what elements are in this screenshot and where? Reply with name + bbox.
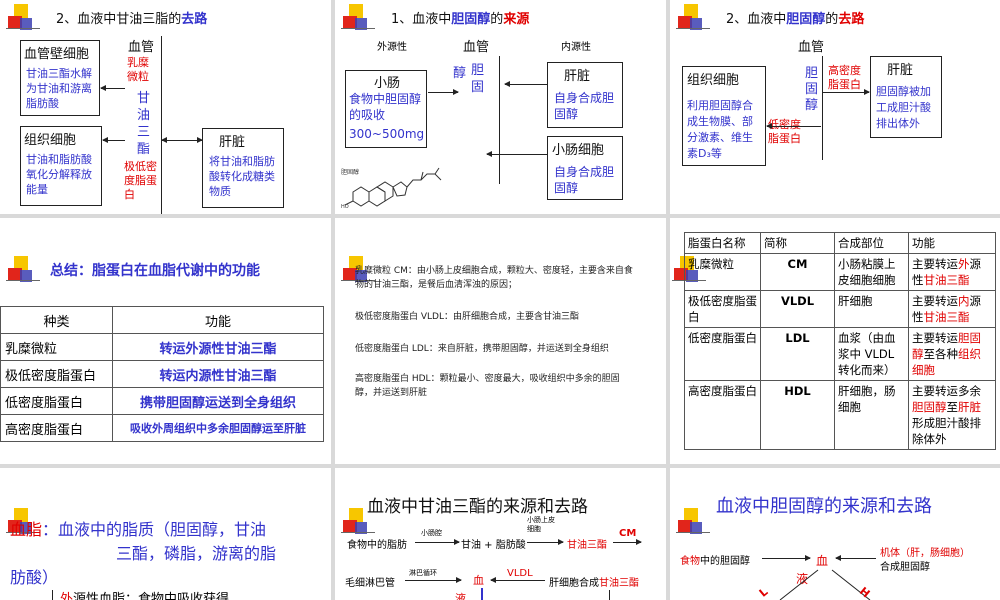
chol-frag-b: 胆固 [471, 63, 485, 95]
liquid-label: 液 [455, 592, 466, 600]
bullet-logo-icon [341, 4, 375, 34]
slide-title: 总结：脂蛋白在血脂代谢中的功能 [50, 263, 260, 279]
tg-label: 甘油三酯 [567, 540, 607, 551]
bracket-line [52, 590, 53, 600]
table-row: 乳糜微粒 转运外源性甘油三酯 [0, 333, 324, 361]
table-row: 低密度脂蛋白 LDL 血浆（由血浆中 VLDL 转化而来） 主要转运胆固醇至各种… [684, 327, 996, 381]
arrow-digest [415, 539, 460, 545]
slide-notes: 乳糜微粒 CM：由小肠上皮细胞合成，颗粒大、密度轻，主要含来自食物的甘油三酯，是… [335, 218, 666, 464]
lumen-label: 小肠腔 [421, 529, 442, 537]
cm-label: CM [619, 528, 637, 539]
table-row: 极低密度脂蛋白 VLDL 肝细胞 主要转运内源性甘油三酯 [684, 290, 996, 328]
slide-blood-lipid: 血脂：血液中的脂质（胆固醇，甘油 三酯，磷脂，游离的脂 肪酸） 外源性血脂：食物… [0, 468, 331, 600]
note-cm: 乳糜微粒 CM：由小肠上皮细胞合成，颗粒大、密度轻，主要含来自食物的甘油三酯，是… [355, 266, 633, 290]
slide-tg-flow: 血液中甘油三酯的来源和去路 食物中的脂肪 小肠腔 甘油 + 脂肪酸 小肠上皮细胞… [335, 468, 666, 600]
lipoprotein-table: 脂蛋白名称 简称 合成部位 功能 乳糜微粒 CM 小肠粘膜上皮细胞细胞 主要转运… [684, 232, 996, 450]
vessel-label: 血管 [128, 40, 155, 55]
table-header-row: 脂蛋白名称 简称 合成部位 功能 [684, 232, 996, 254]
blood-label: 血 [473, 574, 484, 587]
table-row: 高密度脂蛋白 HDL 肝细胞，肠细胞 主要转运多余胆固醇至肝脏形成胆汁酸排除体外 [684, 380, 996, 450]
cholesterol-molecule-icon: HO 胆固醇 [341, 167, 442, 208]
slide-tg-fate: 2、血液中甘油三脂的去路 血管 乳糜微粒 甘油三酯 极低密度脂蛋白 血管壁细胞 … [0, 0, 331, 214]
vessel-line [822, 56, 823, 160]
down-line [609, 590, 610, 600]
vessel-line [499, 56, 500, 184]
vessel-wall-cell-box: 血管壁细胞 甘油三酯水解为甘油和游离脂肪酸 [20, 40, 100, 116]
epithelial-label: 小肠上皮细胞 [527, 516, 555, 533]
arrow-to-liver [162, 137, 203, 143]
table-header-row: 种类 功能 [0, 306, 324, 334]
hdl-label: 高密度脂蛋白 [828, 64, 861, 91]
slide-chol-fate: 2、血液中胆固醇的去路 血管 胆固醇 高密度脂蛋白 低密度脂蛋白 组织细胞 利用… [670, 0, 1000, 214]
slide-title: 血液中胆固醇的来源和去路 [716, 496, 932, 517]
arrow-vldl [490, 577, 545, 583]
vessel-label: 血管 [463, 40, 490, 55]
lymph-circulation-label: 淋巴循环 [409, 569, 437, 577]
liver-box: 肝脏 将甘油和脂肪酸转化成糖类物质 [202, 128, 284, 208]
arrow-from-cell [486, 151, 547, 157]
products-label: 甘油 + 脂肪酸 [461, 540, 526, 551]
note-vldl: 极低密度脂蛋白 VLDL：由肝细胞合成，主要含甘油三酯 [355, 312, 579, 322]
slide-chol-flow: 血液中胆固醇的来源和去路 食物中的胆固醇 血 液 机体（肝，肠细胞） 合成胆固醇… [670, 468, 1000, 600]
bullet-logo-icon [6, 4, 40, 34]
bullet-logo-icon [676, 4, 710, 34]
slide-title: 1、血液中胆固醇的来源 [391, 12, 530, 27]
arrow-resynth [527, 539, 564, 545]
table-row: 极低密度脂蛋白 转运内源性甘油三酯 [0, 360, 324, 388]
liver-synth-label: 肝细胞合成甘油三酯 [549, 578, 639, 589]
tissue-cell-box: 组织细胞 甘油和脂肪酸氧化分解释放能量 [20, 126, 102, 206]
bullet-logo-icon [6, 256, 40, 286]
blood-line [481, 588, 483, 600]
blood-lipid-line2: 三酯，磷脂，游离的脂 [116, 544, 277, 563]
cm-label: 乳糜微粒 [127, 56, 149, 83]
arrow-from-liver [504, 81, 547, 87]
vessel-label: 血管 [798, 40, 825, 55]
liver-box: 肝脏 自身合成胆固醇 [547, 62, 623, 128]
slide-chol-source: 1、血液中胆固醇的来源 外源性 血管 内源性 醇 胆固 小肠 食物中胆固醇的吸收… [335, 0, 666, 214]
arrow-food [762, 555, 811, 561]
intestinal-cell-box: 小肠细胞 自身合成胆固醇 [547, 136, 623, 200]
liver-box: 肝脏 胆固醇被加工成胆汁酸排出体外 [870, 56, 942, 138]
slide-title: 2、血液中甘油三脂的去路 [56, 12, 208, 27]
svg-text:HO: HO [341, 204, 349, 208]
note-hdl: 高密度脂蛋白 HDL：颗粒最小、密度最大，吸收组织中多余的胆固醇，并运送到肝脏 [355, 374, 620, 398]
small-intestine-box: 小肠 食物中胆固醇的吸收 300~500mg [345, 70, 427, 148]
arrow-lymph [405, 577, 462, 583]
vldl-label: 极低密度脂蛋白 [124, 160, 157, 201]
arrow-from-intestine [428, 89, 459, 95]
tg-vertical-label: 甘油三酯 [137, 91, 151, 157]
blood-lipid-line1: 血脂：血液中的脂质（胆固醇，甘油 [10, 520, 267, 539]
slide-title: 血液中甘油三酯的来源和去路 [367, 497, 588, 517]
arrow-cm [613, 539, 642, 545]
exo-label: 外源性 [377, 42, 407, 53]
note-ldl: 低密度脂蛋白 LDL：来自肝脏，携带胆固醇，并运送到全身组织 [355, 344, 609, 354]
chol-frag-a: 醇 [453, 66, 467, 81]
lymph-capillary-label: 毛细淋巴管 [345, 578, 395, 589]
arrow-to-liver [823, 89, 870, 95]
chol-vertical-label: 胆固醇 [805, 66, 819, 113]
body-label: 机体（肝，肠细胞） [880, 548, 970, 559]
summary-table: 种类 功能 乳糜微粒 转运外源性甘油三酯 极低密度脂蛋白 转运内源性甘油三酯 低密度… [0, 306, 324, 442]
tissue-cell-box: 组织细胞 利用胆固醇合成生物膜、部分激素、维生素D₃等 [682, 66, 766, 166]
arrow-to-tissue [766, 123, 821, 129]
food-fat-label: 食物中的脂肪 [347, 540, 407, 551]
table-row: 乳糜微粒 CM 小肠粘膜上皮细胞细胞 主要转运外源性甘油三酯 [684, 253, 996, 291]
blood-lipid-line3: 肪酸） [10, 568, 59, 587]
bullet-logo-icon [676, 508, 710, 538]
arrow-to-wall [100, 85, 125, 91]
ldl-label: 低密度脂蛋白 [768, 118, 801, 145]
arrow-synth [835, 555, 876, 561]
table-row: 高密度脂蛋白 吸收外周组织中多余胆固醇运至肝脏 [0, 414, 324, 442]
slide-summary: 总结：脂蛋白在血脂代谢中的功能 种类 功能 乳糜微粒 转运外源性甘油三酯 极低密度… [0, 218, 331, 464]
arrow-to-tissue [102, 137, 125, 143]
table-row: 低密度脂蛋白 携带胆固醇运送到全身组织 [0, 387, 324, 415]
slide-lipoprotein-table: 脂蛋白名称 简称 合成部位 功能 乳糜微粒 CM 小肠粘膜上皮细胞细胞 主要转运… [670, 218, 1000, 464]
svg-text:胆固醇: 胆固醇 [341, 168, 359, 176]
exo-lipid-line: 外源性血脂：食物中吸收获得 [60, 592, 230, 600]
vldl-label: VLDL [507, 568, 533, 579]
slide-title: 2、血液中胆固醇的去路 [726, 12, 865, 27]
endo-label: 内源性 [561, 42, 591, 53]
